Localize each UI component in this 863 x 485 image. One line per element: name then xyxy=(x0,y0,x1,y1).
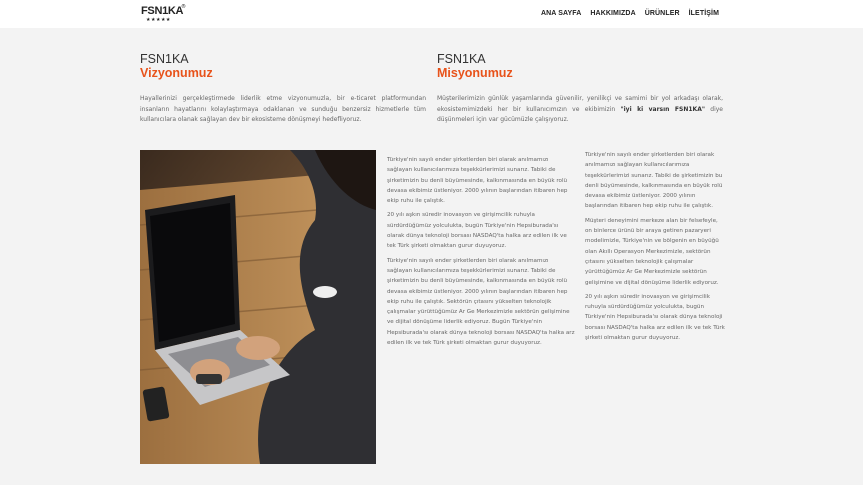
nav-home-link[interactable]: ANA SAYFA xyxy=(541,9,581,18)
mission-text: Müşterilerimizin günlük yaşamlarında güv… xyxy=(437,94,723,126)
site-logo[interactable]: FSN1KA ® ★★★★★ xyxy=(141,4,186,23)
nav-contact-link[interactable]: İLETİŞİM xyxy=(689,9,719,18)
vision-brand: FSN1KA xyxy=(140,52,189,66)
main-nav: ANA SAYFA HAKKIMIZDA ÜRÜNLER İLETİŞİM xyxy=(541,9,719,18)
registered-icon: ® xyxy=(181,4,186,10)
mission-text-highlight: "iyi ki varsın FSN1KA" xyxy=(620,105,705,113)
about-middle-paragraph-2: 20 yılı aşkın süredir inovasyon ve giriş… xyxy=(387,212,567,250)
about-middle-paragraph-1: Türkiye'nin sayılı ender şirketlerden bi… xyxy=(387,157,568,205)
mission-title: Misyonumuz xyxy=(437,66,513,80)
about-text-middle: Türkiye'nin sayılı ender şirketlerden bi… xyxy=(387,155,575,352)
logo-text: FSN1KA xyxy=(141,5,184,17)
logo-stars-icon: ★★★★★ xyxy=(146,17,171,23)
about-middle-paragraph-3: Türkiye'nin sayılı ender şirketlerden bi… xyxy=(387,257,575,347)
site-header: FSN1KA ® ★★★★★ ANA SAYFA HAKKIMIZDA ÜRÜN… xyxy=(0,0,863,28)
mission-brand: FSN1KA xyxy=(437,52,486,66)
vision-section: FSN1KA Vizyonumuz Hayallerinizi gerçekle… xyxy=(140,52,426,126)
about-right-paragraph-1: Türkiye'nin sayılı ender şirketlerden bi… xyxy=(585,152,723,210)
nav-products-link[interactable]: ÜRÜNLER xyxy=(645,9,680,18)
vision-title: Vizyonumuz xyxy=(140,66,213,80)
vision-text: Hayallerinizi gerçekleştirmede liderlik … xyxy=(140,95,426,123)
mission-section: FSN1KA Misyonumuz Müşterilerimizin günlü… xyxy=(437,52,723,126)
about-text-right: Türkiye'nin sayılı ender şirketlerden bi… xyxy=(585,150,725,347)
laptop-photo xyxy=(140,150,376,464)
about-right-paragraph-2: Müşteri deneyimini merkeze alan bir fels… xyxy=(585,217,719,286)
about-right-paragraph-3: 20 yılı aşkın süredir inovasyon ve giriş… xyxy=(585,293,725,342)
laptop-photo-illustration xyxy=(140,150,376,464)
nav-about-link[interactable]: HAKKIMIZDA xyxy=(590,9,635,18)
